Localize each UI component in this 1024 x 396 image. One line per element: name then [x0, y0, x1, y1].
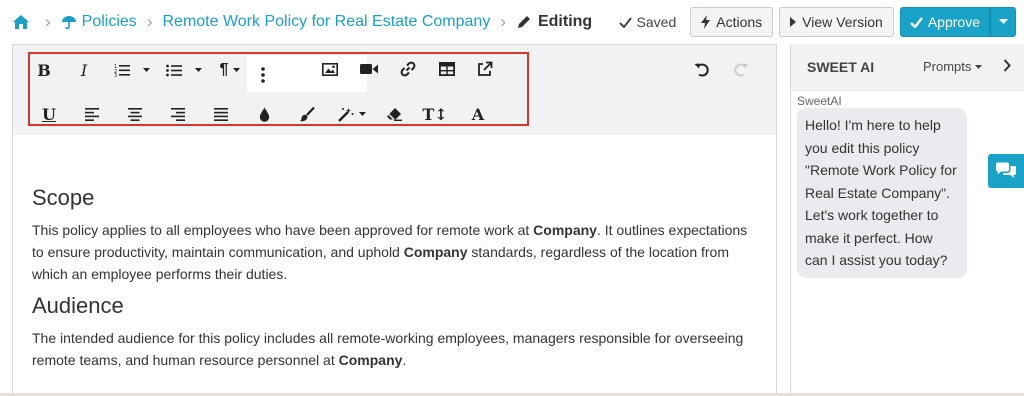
view-version-label: View Version [802, 14, 883, 30]
bold-text-run: Company [338, 352, 403, 368]
chat-toggle-button[interactable] [988, 154, 1024, 188]
approve-dropdown-button[interactable] [990, 7, 1016, 37]
chevron-right-icon [1003, 59, 1011, 72]
breadcrumb-separator: › [500, 12, 506, 31]
bold-text-run: Company [533, 222, 597, 238]
bolt-icon [701, 15, 711, 29]
breadcrumb: › Policies › Remote Work Policy for Real… [0, 0, 592, 44]
section-body-scope: This policy applies to all employees who… [32, 219, 762, 285]
breadcrumb-policy-title[interactable]: Remote Work Policy for Real Estate Compa… [162, 13, 490, 31]
approve-label: Approve [927, 14, 980, 30]
actions-label: Actions [716, 14, 763, 30]
top-bar: › Policies › Remote Work Policy for Real… [0, 0, 1024, 44]
panel-collapse-button[interactable] [1003, 59, 1011, 77]
breadcrumb-policies-label: Policies [81, 13, 137, 30]
text-run: . [402, 352, 407, 368]
section-body-audience: The intended audience for this policy in… [32, 327, 762, 371]
breadcrumb-separator: › [146, 12, 153, 31]
approve-button[interactable]: Approve [899, 7, 990, 37]
caret-right-icon [790, 17, 797, 27]
breadcrumb-current: Editing [516, 13, 592, 31]
text-run: This policy applies to all employees who… [32, 222, 534, 238]
caret-down-icon [975, 64, 983, 69]
policy-editor: B I 123 ¶ U T↕ A Scope This policy appli… [12, 44, 777, 396]
caret-down-icon [998, 19, 1008, 24]
redo-button[interactable] [726, 54, 756, 84]
saved-label: Saved [636, 14, 677, 30]
section-heading-audience: Audience [32, 293, 124, 318]
saved-status: Saved [618, 14, 677, 30]
prompts-label: Prompts [923, 59, 972, 74]
sweet-ai-header: SWEET AI [791, 44, 1024, 91]
toolbar-highlight-box [28, 52, 529, 126]
prompts-dropdown[interactable]: Prompts [923, 59, 983, 74]
message-sender: SweetAI [797, 94, 842, 108]
sweet-ai-title: SWEET AI [807, 59, 875, 75]
comments-icon [996, 162, 1016, 178]
undo-button[interactable] [687, 54, 717, 84]
pencil-icon [517, 16, 530, 28]
bold-text-run: Company [403, 244, 468, 260]
undo-icon [694, 63, 709, 77]
breadcrumb-policies[interactable]: Policies [61, 13, 137, 31]
editor-content[interactable]: Scope This policy applies to all employe… [13, 135, 776, 396]
view-version-button[interactable]: View Version [779, 7, 894, 37]
chat-message-bubble: Hello! I'm here to help you edit this po… [797, 108, 967, 278]
editor-toolbar: B I 123 ¶ U T↕ A [13, 45, 776, 135]
home-icon [13, 15, 29, 29]
check-icon [909, 16, 923, 28]
actions-button[interactable]: Actions [690, 7, 774, 37]
umbrella-icon [61, 16, 76, 30]
header-actions: Saved Actions View Version Approve [618, 7, 1016, 37]
redo-icon [734, 63, 749, 77]
section-heading-scope: Scope [32, 185, 95, 210]
breadcrumb-home[interactable] [12, 14, 35, 30]
check-icon [618, 16, 632, 28]
breadcrumb-separator: › [45, 12, 51, 31]
breadcrumb-current-label: Editing [537, 13, 593, 30]
approve-group: Approve [899, 7, 1016, 37]
sweet-ai-panel: SWEET AI Prompts SweetAI Hello! I'm here… [790, 44, 1024, 396]
